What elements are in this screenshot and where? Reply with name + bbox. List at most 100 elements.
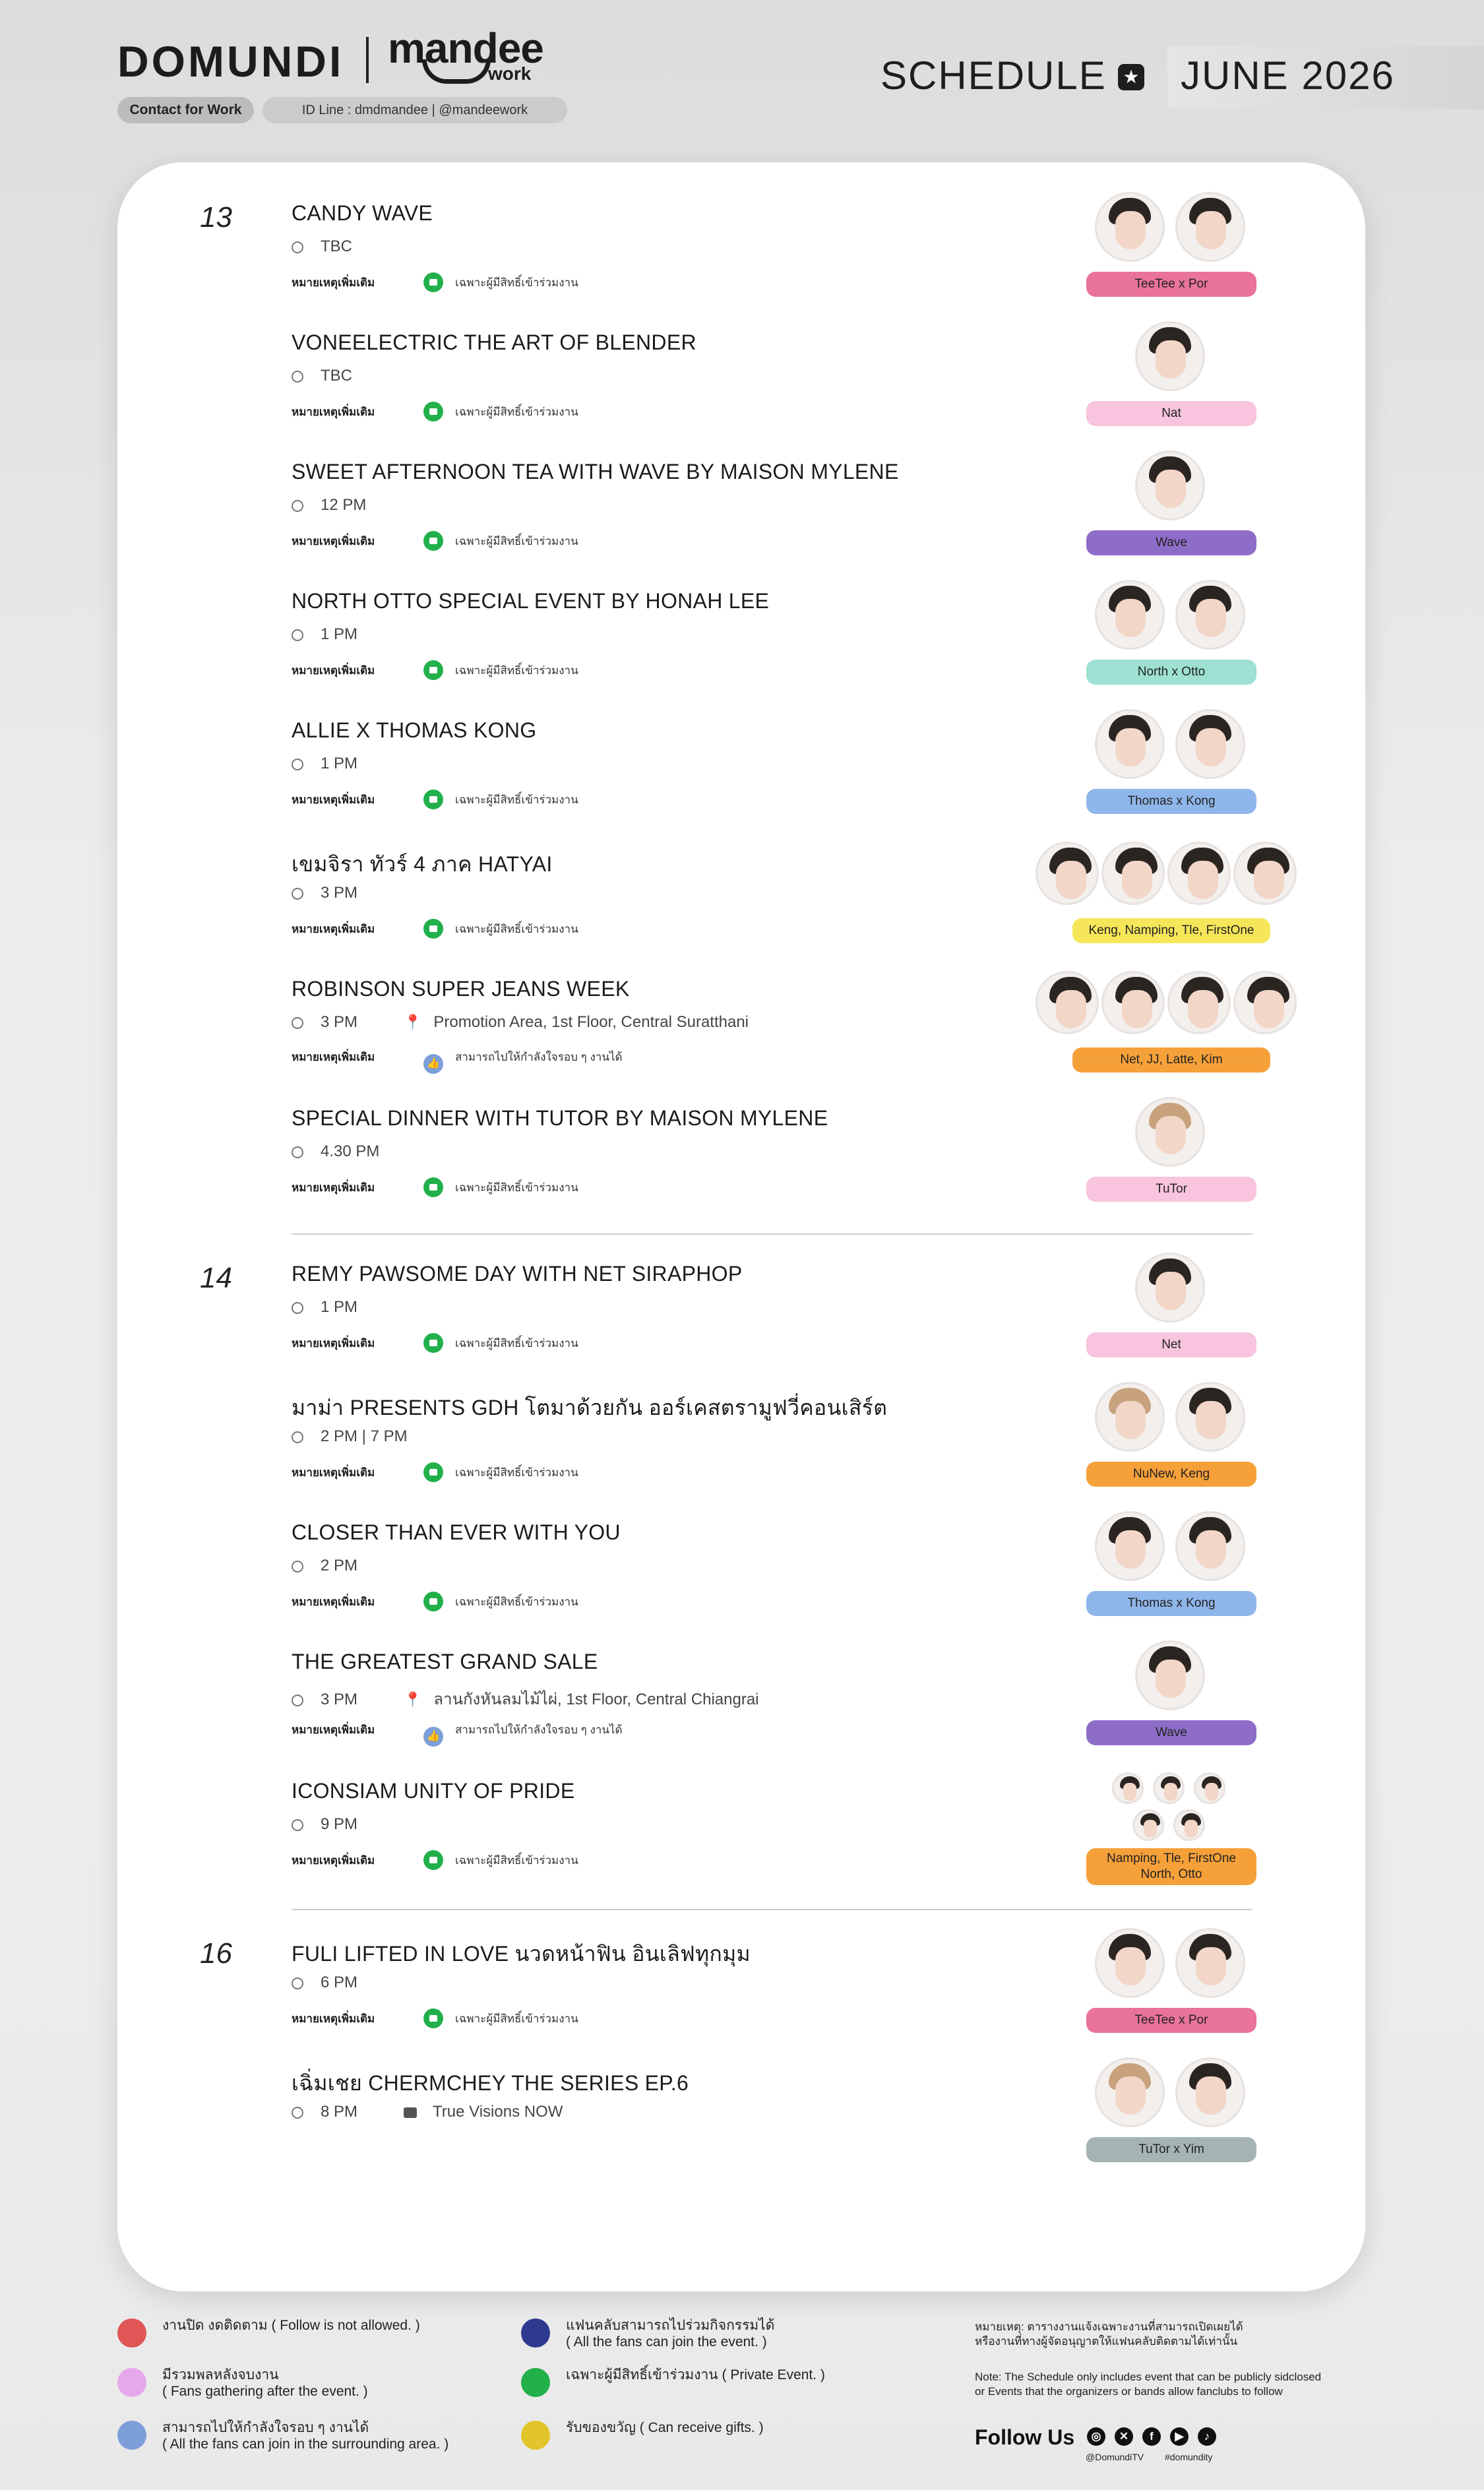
event-time: TBC [321, 237, 352, 255]
clock-icon [292, 1017, 303, 1029]
clock-icon [292, 1302, 303, 1314]
event-note: สามารถไปให้กำลังใจรอบ ๆ งานได้ [455, 1724, 623, 1736]
event-title[interactable]: THE GREATEST GRAND SALE [292, 1650, 598, 1674]
event-title[interactable]: NORTH OTTO SPECIAL EVENT BY HONAH LEE [292, 589, 769, 613]
artist-photo [1175, 2057, 1245, 2127]
note-label: หมายเหตุเพิ่มเติม [292, 1051, 375, 1063]
event-note-row: หมายเหตุเพิ่มเติม เฉพาะผู้มีสิทธิ์เข้าร่ว… [292, 402, 578, 421]
schedule-heading: SCHEDULE [881, 53, 1107, 98]
youtube-icon[interactable]: ▶ [1170, 2427, 1189, 2446]
event-time-row: 4.30 PM [292, 1142, 379, 1161]
event-note-row: หมายเหตุเพิ่มเติม เฉพาะผู้มีสิทธิ์เข้าร่ว… [292, 660, 578, 680]
artist-photo [1175, 1511, 1245, 1581]
legend-text: สามารถไปให้กำลังใจรอบ ๆ งานได้ ( All the … [162, 2419, 448, 2452]
event-title[interactable]: FULI LIFTED IN LOVE นวดหน้าฟิน อินเลิฟทุ… [292, 1937, 751, 1971]
instagram-icon[interactable]: ◎ [1087, 2427, 1105, 2446]
event-title[interactable]: CLOSER THAN EVER WITH YOU [292, 1520, 621, 1545]
artist-photo [1095, 2057, 1165, 2127]
note-label: หมายเหตุเพิ่มเติม [292, 276, 375, 289]
event-title[interactable]: ROBINSON SUPER JEANS WEEK [292, 977, 629, 1001]
artist-photo [1135, 321, 1205, 391]
artist-photo [1101, 842, 1165, 905]
facebook-icon[interactable]: f [1142, 2427, 1161, 2446]
clock-icon [292, 2107, 303, 2119]
artist-tag: North x Otto [1086, 660, 1256, 685]
event-title[interactable]: REMY PAWSOME DAY WITH NET SIRAPHOP [292, 1262, 742, 1286]
event-time-row: 3 PM 📍 ลานกังหันลมไม้ไผ่, 1st Floor, Centr… [292, 1686, 759, 1712]
event-note-row: หมายเหตุเพิ่มเติม เฉพาะผู้มีสิทธิ์เข้าร่ว… [292, 1850, 578, 1870]
event-title[interactable]: มาม่า PRESENTS GDH โตมาด้วยกัน ออร์เคสตร… [292, 1391, 887, 1425]
event-title[interactable]: เฉิ่มเชย CHERMCHEY THE SERIES EP.6 [292, 2067, 689, 2100]
artist-tag: TuTor [1086, 1177, 1256, 1202]
footer-note-en-line2: or Events that the organizers or bands a… [975, 2385, 1283, 2398]
note-label: หมายเหตุเพิ่มเติม [292, 1724, 375, 1736]
event-time: 3 PM [321, 1691, 358, 1708]
x-icon[interactable]: ✕ [1115, 2427, 1133, 2446]
thumbs-up-icon: 👍 [423, 1054, 443, 1074]
legend-line2: ( All the fans can join in the surroundi… [162, 2437, 449, 2452]
footer-note-en: Note: The Schedule only includes event t… [975, 2370, 1321, 2399]
event-note-row: หมายเหตุเพิ่มเติม เฉพาะผู้มีสิทธิ์เข้าร่ว… [292, 1462, 578, 1482]
artist-photo [1095, 192, 1165, 262]
private-event-icon [423, 1177, 443, 1197]
artist-photo [1135, 451, 1205, 520]
clock-icon [292, 759, 303, 770]
artist-photo [1095, 580, 1165, 650]
event-title[interactable]: SPECIAL DINNER WITH TUTOR BY MAISON MYLE… [292, 1106, 828, 1131]
artist-photo [1095, 1928, 1165, 1998]
event-title[interactable]: CANDY WAVE [292, 201, 433, 226]
event-note: เฉพาะผู้มีสิทธิ์เข้าร่วมงาน [455, 664, 578, 677]
event-time-row: 3 PM [292, 884, 357, 902]
event-time: TBC [321, 367, 352, 385]
event-time: 4.30 PM [321, 1142, 380, 1160]
tv-icon [404, 2107, 417, 2118]
footer-note-th-line2: หรืองานที่ทางผู้จัดอนุญาตให้แฟนคลับติดตา… [975, 2335, 1238, 2348]
artist-photo [1173, 1809, 1205, 1841]
event-note: เฉพาะผู้มีสิทธิ์เข้าร่วมงาน [455, 1337, 578, 1350]
event-note: เฉพาะผู้มีสิทธิ์เข้าร่วมงาน [455, 276, 578, 289]
artist-photo [1101, 971, 1165, 1034]
event-note-row: หมายเหตุเพิ่มเติม เฉพาะผู้มีสิทธิ์เข้าร่ว… [292, 272, 578, 292]
clock-icon [292, 371, 303, 383]
event-location: True Visions NOW [433, 2103, 563, 2121]
handle-domunditv[interactable]: @DomundiTV [1086, 2452, 1144, 2462]
event-note: เฉพาะผู้มีสิทธิ์เข้าร่วมงาน [455, 794, 578, 806]
note-label: หมายเหตุเพิ่มเติม [292, 1181, 375, 1194]
tiktok-icon[interactable]: ♪ [1198, 2427, 1216, 2446]
artist-tag-line1: Namping, Tle, FirstOne [1106, 1852, 1237, 1865]
note-label: หมายเหตุเพิ่มเติม [292, 923, 375, 935]
legend-line2: ( All the fans can join the event. ) [566, 2334, 767, 2350]
event-title[interactable]: เขมจิรา ทัวร์ 4 ภาค HATYAI [292, 848, 553, 881]
day-divider [292, 1909, 1252, 1910]
event-time-row: 1 PM [292, 755, 357, 773]
event-time: 1 PM [321, 755, 358, 772]
footer-note-th-line1: หมายเหตุ: ตารางงานแจ้งเฉพาะงานที่สามารถเ… [975, 2320, 1243, 2333]
event-time-row: 2 PM | 7 PM [292, 1427, 408, 1446]
legend-line1: เฉพาะผู้มีสิทธิ์เข้าร่วมงาน ( Private Ev… [566, 2367, 825, 2382]
note-label: หมายเหตุเพิ่มเติม [292, 1854, 375, 1867]
event-title[interactable]: ALLIE X THOMAS KONG [292, 718, 536, 743]
private-event-icon [423, 1592, 443, 1611]
clock-icon [292, 1977, 303, 1989]
legend-text: รับของขวัญ ( Can receive gifts. ) [566, 2419, 764, 2436]
footer-note-th: หมายเหตุ: ตารางงานแจ้งเฉพาะงานที่สามารถเ… [975, 2320, 1243, 2349]
clock-icon [292, 1819, 303, 1831]
artist-photo [1112, 1772, 1144, 1804]
event-title[interactable]: ICONSIAM UNITY OF PRIDE [292, 1779, 574, 1803]
event-title[interactable]: VONEELECTRIC THE ART OF BLENDER [292, 330, 696, 355]
contact-for-work-pill: Contact for Work [117, 97, 254, 123]
artist-photo [1167, 842, 1231, 905]
artist-photo [1095, 1511, 1165, 1581]
event-time-row: 1 PM [292, 625, 357, 644]
location-pin-icon: 📍 [404, 1691, 422, 1708]
event-note-row: หมายเหตุเพิ่มเติม เฉพาะผู้มีสิทธิ์เข้าร่ว… [292, 1333, 578, 1353]
event-time: 1 PM [321, 1298, 358, 1316]
event-note: เฉพาะผู้มีสิทธิ์เข้าร่วมงาน [455, 2012, 578, 2025]
event-time: 3 PM [321, 884, 358, 902]
footer-note-en-line1: Note: The Schedule only includes event t… [975, 2371, 1322, 2383]
artist-tag: TuTor x Yim [1086, 2137, 1256, 2162]
handle-domundity[interactable]: #domundity [1165, 2452, 1212, 2462]
artist-tag-line2: North, Otto [1140, 1867, 1202, 1881]
event-title[interactable]: SWEET AFTERNOON TEA WITH WAVE BY MAISON … [292, 460, 899, 484]
event-note-row: หมายเหตุเพิ่มเติม เฉพาะผู้มีสิทธิ์เข้าร่ว… [292, 1177, 578, 1197]
